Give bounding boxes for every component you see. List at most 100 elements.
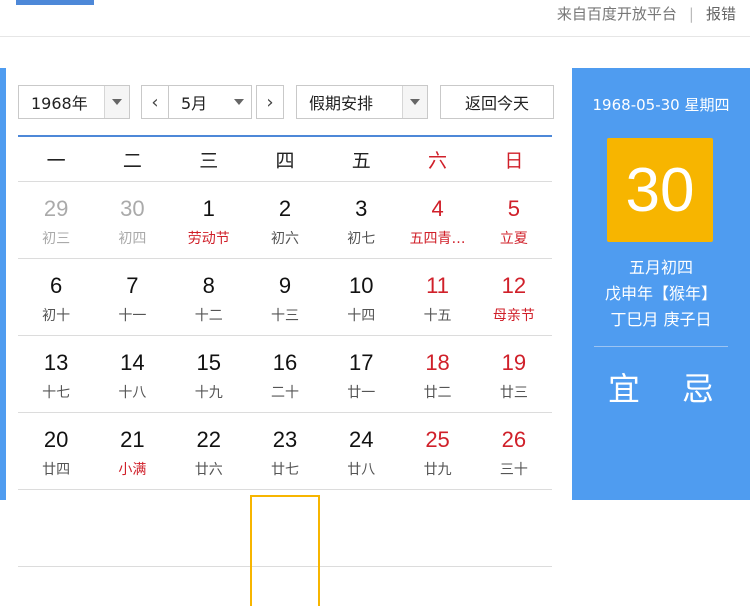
day-number: 11	[426, 273, 449, 298]
lunar-label: 初三	[42, 231, 71, 247]
lunar-label: 二十	[270, 385, 299, 401]
day-cell[interactable]: 4 五四青…	[399, 182, 476, 259]
ji-label[interactable]: 忌	[682, 364, 714, 410]
month-value: 5月	[181, 94, 208, 113]
day-cell[interactable]	[246, 490, 324, 606]
lunar-label: 廿四	[42, 462, 71, 478]
day-cell[interactable]	[475, 490, 552, 567]
day-cell[interactable]: 3 初七	[323, 182, 400, 259]
day-cell[interactable]: 8 十二	[170, 259, 247, 336]
day-cell[interactable]: 18 廿二	[399, 336, 476, 413]
day-number: 16	[272, 350, 298, 375]
report-link[interactable]: 报错	[706, 3, 736, 24]
lunar-label: 十三	[270, 308, 299, 324]
day-cell[interactable]	[399, 490, 476, 567]
lunar-label: 廿六	[194, 462, 223, 478]
day-cell[interactable]: 5 立夏	[475, 182, 552, 259]
day-number: 20	[43, 427, 69, 452]
lunar-label: 初四	[118, 231, 147, 247]
day-number: 3	[355, 196, 368, 221]
lunar-label: 廿七	[270, 462, 299, 478]
lunar-label: 十四	[347, 308, 376, 324]
day-cell[interactable]: 21 小满	[94, 413, 171, 490]
day-number: 7	[126, 273, 139, 298]
lunar-label: 十九	[194, 385, 223, 401]
lunar-label: 初七	[347, 231, 376, 247]
day-cell[interactable]: 10 十四	[323, 259, 400, 336]
day-cell[interactable]	[170, 490, 247, 567]
tab-indicator	[16, 0, 94, 5]
source-text: 来自百度开放平台	[556, 5, 677, 23]
panel-divider	[594, 346, 728, 347]
prev-month-button[interactable]: ‹	[141, 85, 169, 119]
chevron-right-icon: ›	[266, 91, 274, 113]
day-number: 15	[196, 350, 221, 375]
yi-label[interactable]: 宜	[608, 364, 640, 410]
calendar-widget: 1968年 ‹ 5月 › 假期安排 返回今天 一 二 三 四 五 六 日 29 …	[0, 68, 750, 606]
weekday-fri: 五	[351, 149, 371, 172]
day-cell[interactable]: 22 廿六	[170, 413, 247, 490]
lunar-label: 母亲节	[492, 308, 535, 324]
weekday-wed: 三	[199, 149, 219, 172]
day-cell[interactable]: 30 初四	[94, 182, 171, 259]
day-cell[interactable]: 1 劳动节	[170, 182, 247, 259]
day-number: 21	[120, 427, 145, 452]
weekday-tue: 二	[122, 149, 142, 172]
lunar-label: 十五	[423, 308, 452, 324]
next-month-button[interactable]: ›	[256, 85, 284, 119]
day-cell[interactable]	[323, 490, 400, 567]
day-number: 29	[43, 196, 69, 221]
lunar-label: 廿一	[347, 385, 376, 401]
day-cell[interactable]: 23 廿七	[246, 413, 324, 490]
lunar-label: 十八	[118, 385, 147, 401]
day-number: 13	[43, 350, 69, 375]
day-cell[interactable]: 2 初六	[246, 182, 324, 259]
year-select[interactable]: 1968年	[18, 85, 130, 119]
day-cell[interactable]: 16 二十	[246, 336, 324, 413]
day-cell[interactable]: 13 十七	[18, 336, 95, 413]
day-cell[interactable]	[94, 490, 171, 567]
yi-ji-row: 宜 忌	[572, 364, 750, 410]
day-cell[interactable]: 11 十五	[399, 259, 476, 336]
day-cell[interactable]: 14 十八	[94, 336, 171, 413]
source-bar: 来自百度开放平台 | 报错	[0, 0, 750, 37]
holiday-select[interactable]: 假期安排	[296, 85, 428, 119]
day-number: 4	[431, 196, 444, 221]
selected-date: 1968-05-30 星期四	[592, 96, 730, 114]
day-number: 8	[202, 273, 215, 298]
selected-day-number: 30	[607, 138, 713, 242]
day-number: 14	[120, 350, 145, 375]
ganzhi-year: 戊申年【猴年】	[604, 284, 717, 303]
month-dropdown-icon[interactable]	[227, 86, 251, 118]
day-cell[interactable]: 29 初三	[18, 182, 95, 259]
holiday-dropdown-icon[interactable]	[402, 86, 427, 118]
back-to-today-button[interactable]: 返回今天	[440, 85, 554, 119]
chevron-left-icon: ‹	[151, 91, 159, 113]
day-cell[interactable]: 7 十一	[94, 259, 171, 336]
lunar-label: 廿九	[423, 462, 452, 478]
day-cell[interactable]: 20 廿四	[18, 413, 95, 490]
day-cell[interactable]: 15 十九	[170, 336, 247, 413]
lunar-label: 五四青…	[409, 231, 466, 247]
source-info: 来自百度开放平台 | 报错	[557, 3, 736, 24]
day-number: 17	[349, 350, 374, 375]
day-cell[interactable]: 24 廿八	[323, 413, 400, 490]
day-cell[interactable]: 26 三十	[475, 413, 552, 490]
lunar-label: 廿三	[499, 385, 528, 401]
day-cell[interactable]: 25 廿九	[399, 413, 476, 490]
day-number: 9	[278, 273, 292, 298]
lunar-label: 三十	[499, 462, 528, 478]
day-cell[interactable]: 17 廿一	[323, 336, 400, 413]
year-dropdown-icon[interactable]	[104, 86, 129, 118]
day-number: 23	[272, 427, 298, 452]
lunar-label: 立夏	[499, 231, 528, 247]
month-select[interactable]: 5月	[168, 85, 252, 119]
day-cell[interactable]	[18, 490, 95, 567]
lunar-label: 廿二	[423, 385, 452, 401]
weekday-header: 一 二 三 四 五 六 日	[18, 137, 552, 182]
day-cell[interactable]: 9 十三	[246, 259, 324, 336]
day-cell[interactable]: 12 母亲节	[475, 259, 552, 336]
day-cell[interactable]: 6 初十	[18, 259, 95, 336]
calendar-main: 1968年 ‹ 5月 › 假期安排 返回今天 一 二 三 四 五 六 日 29 …	[6, 68, 572, 606]
day-cell[interactable]: 19 廿三	[475, 336, 552, 413]
